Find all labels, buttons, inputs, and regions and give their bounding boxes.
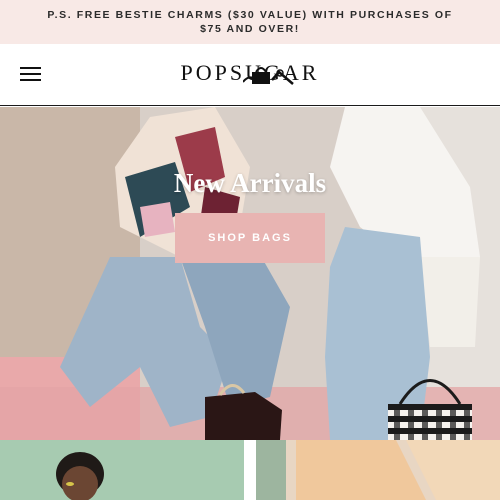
site-logo[interactable]: POPSUGAR (180, 58, 320, 88)
hero-banner[interactable]: New Arrivals SHOP BAGS (0, 107, 500, 440)
category-tile-left[interactable] (0, 440, 244, 500)
logo-text: POPSUGAR (180, 60, 320, 85)
hero-heading: New Arrivals (173, 168, 327, 198)
menu-button[interactable] (18, 64, 44, 84)
tile-image-right (256, 440, 500, 500)
category-tile-right[interactable] (256, 440, 500, 500)
hero-image (0, 107, 500, 440)
shop-bags-button[interactable]: SHOP BAGS (175, 213, 325, 263)
tile-image-left (0, 440, 244, 500)
hamburger-menu-icon (20, 67, 41, 69)
site-header: POPSUGAR (0, 44, 500, 106)
promo-banner: P.S. FREE BESTIE CHARMS ($30 VALUE) WITH… (0, 0, 500, 44)
promo-text: P.S. FREE BESTIE CHARMS ($30 VALUE) WITH… (47, 9, 453, 35)
